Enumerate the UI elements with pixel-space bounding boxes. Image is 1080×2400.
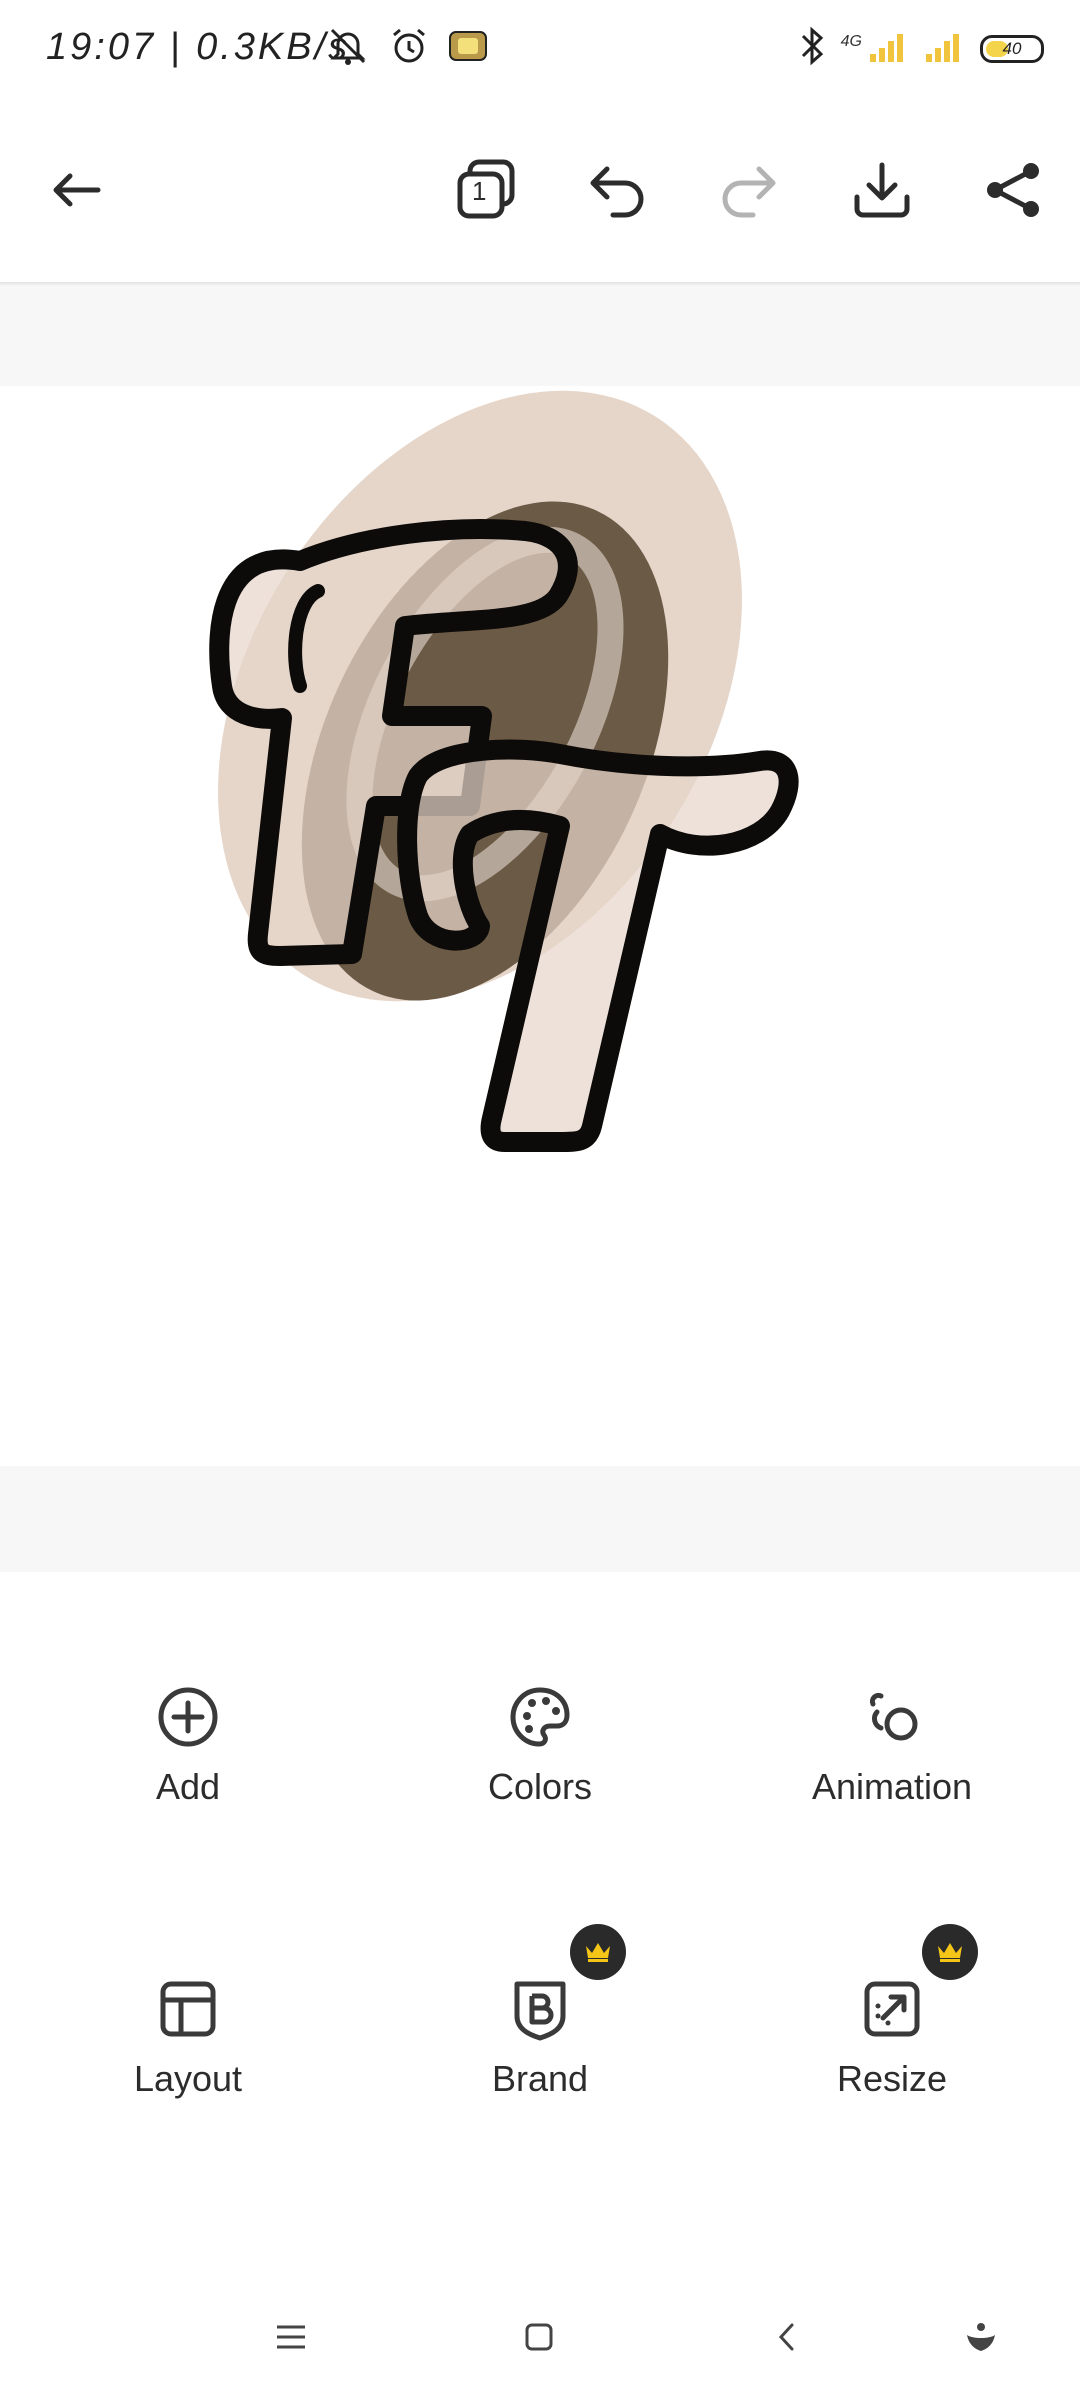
premium-crown-badge-brand	[570, 1924, 626, 1980]
assistant-icon	[967, 2323, 995, 2351]
nav-back-button[interactable]	[752, 2302, 822, 2372]
undo-button[interactable]	[570, 142, 666, 238]
back-arrow-icon	[53, 173, 101, 207]
download-icon	[854, 162, 910, 218]
letter-t	[397, 739, 799, 1152]
status-time: 19:07 | 0.3KB/s	[46, 26, 351, 68]
design-canvas[interactable]	[0, 386, 1080, 1466]
redo-button[interactable]	[700, 142, 796, 238]
tool-resize-label: Resize	[836, 2058, 948, 2099]
resize-icon	[857, 1974, 927, 2044]
status-bar: 19:07 | 0.3KB/s 4G 40	[0, 0, 1080, 100]
animation-icon	[857, 1682, 927, 1752]
battery-icon: 40	[980, 34, 1044, 63]
back-button[interactable]	[28, 142, 124, 238]
tool-brand[interactable]: Brand	[390, 1974, 690, 2144]
share-button[interactable]	[966, 142, 1062, 238]
tool-layout-label: Layout	[133, 2058, 243, 2099]
brand-icon	[505, 1974, 575, 2044]
app-notification-icon	[448, 28, 488, 69]
undo-icon	[590, 166, 644, 218]
palette-icon	[505, 1682, 575, 1752]
tool-add-label: Add	[155, 1766, 221, 1807]
alarm-icon	[388, 25, 430, 72]
monogram-artwork[interactable]	[0, 386, 1080, 1466]
battery-level: 40	[1002, 38, 1022, 58]
status-icons-right: 4G 40	[797, 24, 1044, 73]
tool-animation-label: Animation	[811, 1766, 973, 1807]
redo-icon	[722, 166, 776, 218]
premium-crown-badge-resize	[922, 1924, 978, 1980]
download-button[interactable]	[834, 142, 930, 238]
share-icon	[987, 163, 1039, 217]
tool-colors[interactable]: Colors	[390, 1682, 690, 1852]
plus-circle-icon	[153, 1682, 223, 1752]
back-chevron-icon	[778, 2323, 794, 2351]
status-icons-left	[326, 24, 488, 73]
nav-menu-button[interactable]	[256, 2302, 326, 2372]
network-label: 4G	[840, 32, 862, 50]
home-square-icon	[525, 2323, 553, 2351]
nav-home-button[interactable]	[504, 2302, 574, 2372]
tools-panel: Add Colors Animation Layout Brand Resize	[0, 1572, 1080, 2272]
tool-add[interactable]: Add	[38, 1682, 338, 1852]
tool-colors-label: Colors	[487, 1766, 593, 1807]
tool-brand-label: Brand	[491, 2058, 589, 2099]
system-nav-bar	[0, 2272, 1080, 2400]
menu-icon	[277, 2325, 305, 2349]
top-toolbar: 1	[0, 100, 1080, 282]
signal-icon-2	[924, 28, 966, 69]
mute-bell-icon	[326, 24, 370, 73]
tool-resize[interactable]: Resize	[742, 1974, 1042, 2144]
pages-count: 1	[472, 176, 487, 206]
layout-icon	[153, 1974, 223, 2044]
crown-icon	[938, 1943, 962, 1962]
crown-icon	[586, 1943, 610, 1962]
tool-layout[interactable]: Layout	[38, 1974, 338, 2144]
tool-animation[interactable]: Animation	[742, 1682, 1042, 1852]
nav-assistant-button[interactable]	[946, 2302, 1016, 2372]
pages-button[interactable]: 1	[438, 142, 534, 238]
bluetooth-icon	[797, 24, 827, 73]
signal-icon	[868, 28, 910, 69]
